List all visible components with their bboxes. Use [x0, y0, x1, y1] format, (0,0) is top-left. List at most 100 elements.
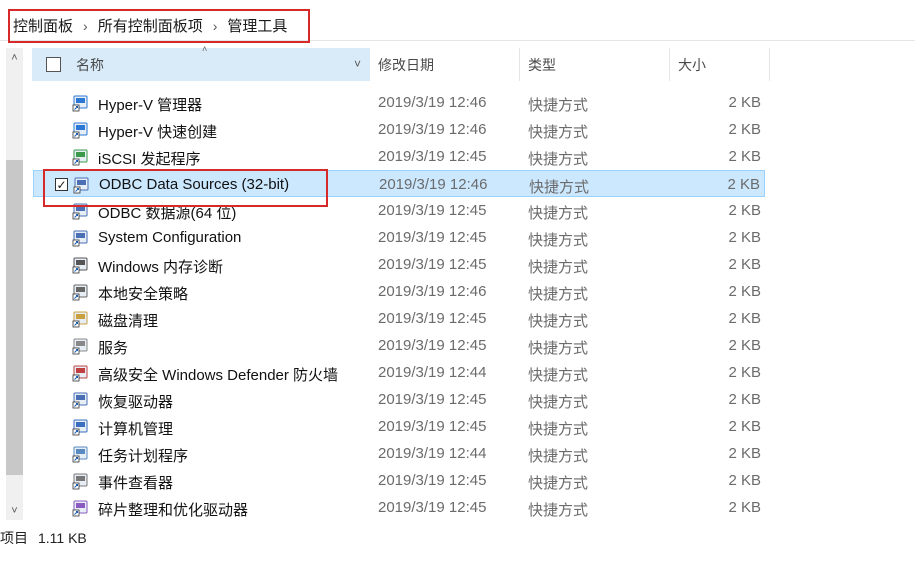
chevron-down-icon[interactable]: ˅ [354, 57, 361, 71]
file-name: 事件查看器 [98, 475, 174, 492]
file-name: Hyper-V 管理器 [98, 97, 203, 114]
chevron-right-icon[interactable]: › [83, 18, 88, 34]
memory-diagnostic-icon [72, 257, 88, 274]
file-date: 2019/3/19 12:46 [378, 283, 487, 300]
file-size: 2 KB [728, 256, 761, 273]
hyperv-manager-icon [72, 95, 88, 112]
column-header-size-label: 大小 [678, 56, 706, 73]
file-date: 2019/3/19 12:45 [378, 499, 487, 516]
event-viewer-icon [72, 473, 88, 490]
file-type: 快捷方式 [528, 286, 589, 303]
file-name: System Configuration [98, 229, 242, 246]
firewall-icon [72, 365, 88, 382]
file-name: Windows 内存诊断 [98, 259, 224, 276]
status-selected-size: 1.11 KB [38, 530, 87, 546]
file-size: 2 KB [728, 418, 761, 435]
table-row[interactable]: 高级安全 Windows Defender 防火墙 2019/3/19 12:44… [33, 359, 765, 386]
table-row[interactable]: Hyper-V 快速创建 2019/3/19 12:46 快捷方式 2 KB [33, 116, 765, 143]
file-name: 计算机管理 [98, 421, 174, 438]
file-size: 2 KB [728, 202, 761, 219]
file-name: 服务 [98, 340, 129, 357]
file-date: 2019/3/19 12:46 [378, 94, 487, 111]
file-date: 2019/3/19 12:45 [378, 418, 487, 435]
hyperv-quick-create-icon [72, 122, 88, 139]
table-row[interactable]: ODBC 数据源(64 位) 2019/3/19 12:45 快捷方式 2 KB [33, 197, 765, 224]
table-row[interactable]: iSCSI 发起程序 2019/3/19 12:45 快捷方式 2 KB [33, 143, 765, 170]
file-date: 2019/3/19 12:45 [378, 310, 487, 327]
file-type: 快捷方式 [528, 502, 589, 519]
table-row[interactable]: 计算机管理 2019/3/19 12:45 快捷方式 2 KB [33, 413, 765, 440]
file-size: 2 KB [728, 337, 761, 354]
breadcrumb: 控制面板 › 所有控制面板项 › 管理工具 [13, 15, 287, 36]
table-row[interactable]: 碎片整理和优化驱动器 2019/3/19 12:45 快捷方式 2 KB [33, 494, 765, 521]
file-name: 任务计划程序 [98, 448, 189, 465]
file-date: 2019/3/19 12:44 [378, 364, 487, 381]
table-row[interactable]: 事件查看器 2019/3/19 12:45 快捷方式 2 KB [33, 467, 765, 494]
file-size: 2 KB [728, 229, 761, 246]
table-row[interactable]: 磁盘清理 2019/3/19 12:45 快捷方式 2 KB [33, 305, 765, 332]
file-date: 2019/3/19 12:45 [378, 256, 487, 273]
breadcrumb-control-panel[interactable]: 控制面板 [13, 15, 73, 36]
system-configuration-icon [72, 230, 88, 247]
file-size: 2 KB [728, 499, 761, 516]
breadcrumb-all-items[interactable]: 所有控制面板项 [98, 15, 203, 36]
scroll-up-icon[interactable]: ˄ [6, 50, 23, 66]
breadcrumb-admin-tools[interactable]: 管理工具 [227, 15, 287, 36]
table-row[interactable]: 恢复驱动器 2019/3/19 12:45 快捷方式 2 KB [33, 386, 765, 413]
computer-management-icon [72, 419, 88, 436]
chevron-right-icon[interactable]: › [213, 18, 218, 34]
file-size: 2 KB [728, 472, 761, 489]
table-row[interactable]: Windows 内存诊断 2019/3/19 12:45 快捷方式 2 KB [33, 251, 765, 278]
status-item-count: 项目 [0, 530, 28, 546]
file-date: 2019/3/19 12:45 [378, 391, 487, 408]
file-size: 2 KB [728, 148, 761, 165]
file-type: 快捷方式 [528, 394, 589, 411]
file-type: 快捷方式 [528, 448, 589, 465]
file-date: 2019/3/19 12:45 [378, 148, 487, 165]
file-type: 快捷方式 [528, 205, 589, 222]
file-date: 2019/3/19 12:45 [378, 472, 487, 489]
file-type: 快捷方式 [528, 340, 589, 357]
file-size: 2 KB [728, 445, 761, 462]
file-name: ODBC 数据源(64 位) [98, 205, 237, 222]
disk-cleanup-icon [72, 311, 88, 328]
column-header-name-label: 名称 [76, 56, 104, 73]
select-all-checkbox[interactable] [46, 57, 61, 72]
file-name: 本地安全策略 [98, 286, 189, 303]
column-header-type[interactable]: 类型 [520, 48, 670, 81]
file-name: 恢复驱动器 [98, 394, 174, 411]
file-type: 快捷方式 [528, 421, 589, 438]
file-date: 2019/3/19 12:46 [378, 121, 487, 138]
scroll-down-icon[interactable]: ˅ [6, 503, 23, 519]
table-row[interactable]: Hyper-V 管理器 2019/3/19 12:46 快捷方式 2 KB [33, 89, 765, 116]
file-name: Hyper-V 快速创建 [98, 124, 218, 141]
file-type: 快捷方式 [528, 259, 589, 276]
file-size: 2 KB [728, 94, 761, 111]
file-type: 快捷方式 [528, 151, 589, 168]
scrollbar-thumb[interactable] [6, 160, 23, 475]
recovery-drive-icon [72, 392, 88, 409]
column-header-name[interactable]: 名称 [32, 48, 370, 81]
table-row[interactable]: 服务 2019/3/19 12:45 快捷方式 2 KB [33, 332, 765, 359]
column-header-date[interactable]: 修改日期 [370, 48, 520, 81]
file-type: 快捷方式 [528, 97, 589, 114]
table-row[interactable]: 本地安全策略 2019/3/19 12:46 快捷方式 2 KB [33, 278, 765, 305]
address-bar: 控制面板 › 所有控制面板项 › 管理工具 [0, 0, 915, 41]
column-header-size[interactable]: 大小 [670, 48, 770, 81]
table-row[interactable]: 任务计划程序 2019/3/19 12:44 快捷方式 2 KB [33, 440, 765, 467]
file-date: 2019/3/19 12:45 [378, 337, 487, 354]
table-row[interactable]: System Configuration 2019/3/19 12:45 快捷方式 2… [33, 224, 765, 251]
table-row[interactable]: ✓ ODBC Data Sources (32-bit) 2019/3/19 12:… [33, 170, 765, 197]
task-scheduler-icon [72, 446, 88, 463]
file-date: 2019/3/19 12:45 [378, 229, 487, 246]
file-name: ODBC Data Sources (32-bit) [99, 176, 290, 193]
file-name: iSCSI 发起程序 [98, 151, 201, 168]
file-size: 2 KB [728, 364, 761, 381]
services-icon [72, 338, 88, 355]
odbc-32-icon [73, 177, 89, 194]
row-checkbox[interactable]: ✓ [55, 178, 68, 191]
file-size: 2 KB [728, 391, 761, 408]
iscsi-initiator-icon [72, 149, 88, 166]
sort-ascending-icon: ˄ [202, 44, 208, 54]
status-bar: 项目 1.11 KB [0, 528, 87, 548]
